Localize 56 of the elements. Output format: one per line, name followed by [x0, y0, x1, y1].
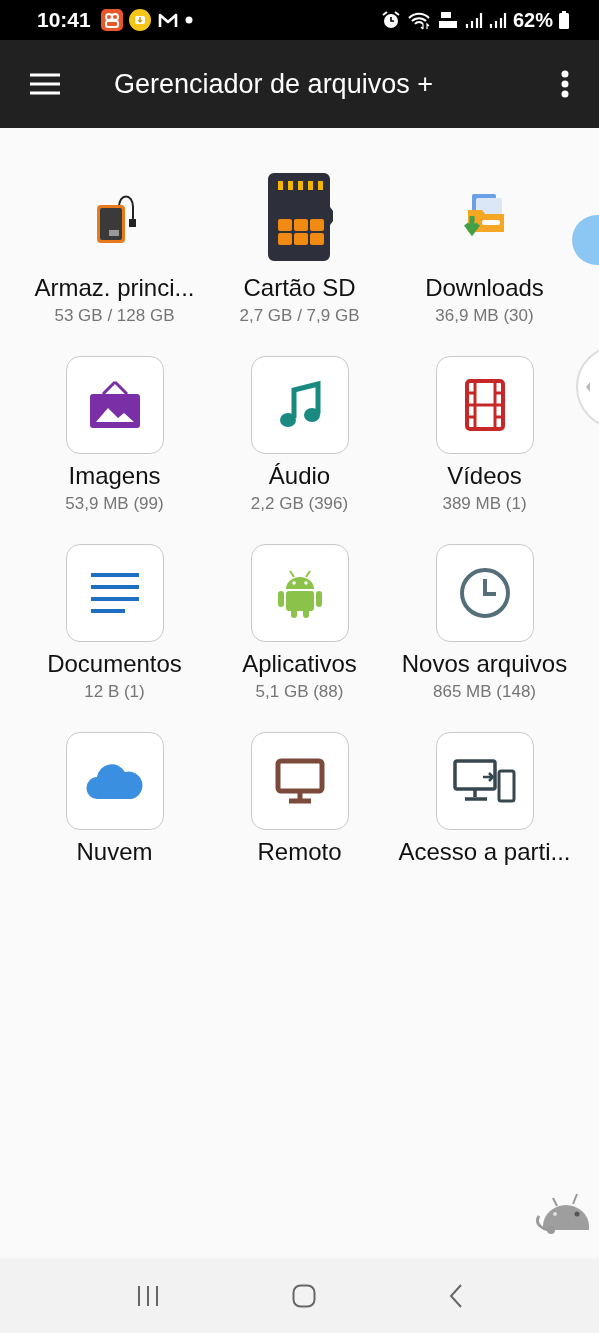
share-tile[interactable]	[435, 732, 534, 830]
signal-icon	[488, 11, 507, 29]
menu-icon[interactable]	[30, 73, 60, 95]
monitor-icon	[274, 758, 325, 804]
item-detail: 2,7 GB / 7,9 GB	[239, 306, 360, 326]
item-detail: 53,9 MB (99)	[65, 494, 164, 514]
item-label: Vídeos	[447, 462, 522, 490]
monitor-phone-icon	[452, 759, 517, 803]
item-label: Armaz. princi...	[34, 274, 195, 302]
item-detail: 5,1 GB (88)	[255, 682, 344, 702]
item-label: Áudio	[268, 462, 331, 490]
mail-icon	[156, 11, 179, 29]
recent-apps-icon[interactable]	[136, 1284, 161, 1307]
sd-card-icon[interactable]	[265, 173, 334, 261]
home-icon[interactable]	[292, 1283, 317, 1308]
video-tile[interactable]	[435, 356, 534, 454]
audio-tile[interactable]	[250, 356, 349, 454]
download-icon	[128, 9, 151, 31]
clock-icon	[458, 567, 511, 619]
item-label: Acesso a parti...	[398, 838, 571, 866]
item-label: Aplicativos	[242, 650, 357, 678]
item-label: Remoto	[257, 838, 342, 866]
cloud-icon	[85, 763, 144, 799]
recent-tile[interactable]	[435, 544, 534, 642]
signal-icon	[464, 11, 483, 29]
item-detail: 2,2 GB (396)	[250, 494, 349, 514]
item-detail: 36,9 MB (30)	[435, 306, 534, 326]
cloud-tile[interactable]	[65, 732, 164, 830]
item-detail: 53 GB / 128 GB	[54, 306, 175, 326]
item-label: Downloads	[425, 274, 544, 302]
wifi-icon	[406, 10, 431, 30]
status-time: 10:41	[37, 8, 91, 32]
item-label: Nuvem	[76, 838, 153, 866]
documents-tile[interactable]	[65, 544, 164, 642]
picture-frame-icon	[87, 380, 142, 430]
music-note-icon	[277, 380, 322, 430]
item-label: Imagens	[68, 462, 161, 490]
apps-tile[interactable]	[250, 544, 349, 642]
text-lines-icon	[88, 572, 141, 614]
item-label: Novos arquivos	[401, 650, 568, 678]
item-label: Cartão SD	[243, 274, 356, 302]
item-detail: 389 MB (1)	[442, 494, 527, 514]
alarm-icon	[380, 10, 401, 30]
item-detail: 12 B (1)	[84, 682, 145, 702]
dot-icon	[184, 16, 193, 24]
film-strip-icon	[464, 379, 505, 431]
remote-tile[interactable]	[250, 732, 349, 830]
item-label: Documentos	[47, 650, 182, 678]
images-tile[interactable]	[65, 356, 164, 454]
back-icon[interactable]	[448, 1283, 463, 1308]
app-title: Gerenciador de arquivos +	[114, 68, 434, 100]
battery-icon	[559, 11, 569, 29]
item-detail: 865 MB (148)	[433, 682, 536, 702]
notification-app-icon	[100, 9, 123, 31]
more-options-icon[interactable]	[561, 70, 569, 98]
battery-percent: 62%	[512, 8, 553, 32]
